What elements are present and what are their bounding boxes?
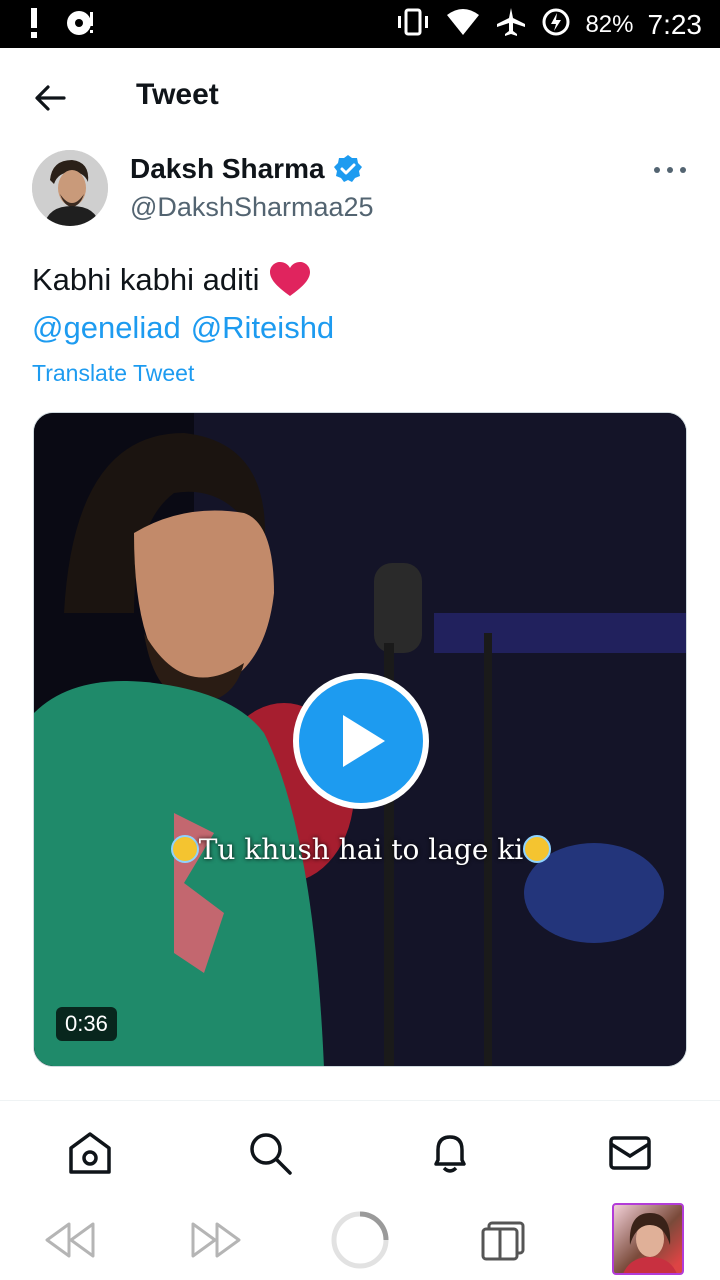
loading-icon <box>331 1211 389 1269</box>
tabs-button[interactable] <box>474 1210 534 1270</box>
more-dot-icon <box>667 167 673 173</box>
page-title: Tweet <box>136 78 219 111</box>
thumbnail[interactable] <box>612 1203 684 1275</box>
nav-home[interactable] <box>66 1129 114 1177</box>
battery-percent: 82% <box>585 10 634 38</box>
notifications-icon <box>434 1135 466 1173</box>
more-dot-icon <box>654 167 660 173</box>
verified-badge-icon <box>333 155 362 182</box>
author-handle[interactable]: @DakshSharmaa25 <box>130 192 374 223</box>
video-caption: Tu khush hai to lage ki <box>34 833 686 866</box>
search-icon <box>250 1133 292 1175</box>
mentions: @geneliad @Riteishd <box>32 310 334 346</box>
bottom-nav <box>0 1101 720 1201</box>
rewind-icon <box>45 1222 95 1258</box>
mention-link[interactable]: @geneliad <box>32 310 181 346</box>
author-name[interactable]: Daksh Sharma <box>130 153 363 185</box>
header: Tweet <box>0 48 720 148</box>
smiling-face-with-halo-icon <box>523 835 552 863</box>
fast-forward-button[interactable] <box>186 1210 246 1270</box>
home-icon <box>69 1132 111 1174</box>
avatar[interactable] <box>32 150 108 226</box>
mention-link[interactable]: @Riteishd <box>191 310 334 346</box>
more-dot-icon <box>680 167 686 173</box>
nav-messages[interactable] <box>606 1129 654 1177</box>
airplane-icon <box>495 6 527 43</box>
red-heart-icon <box>269 262 310 296</box>
more-options-button[interactable] <box>654 160 686 180</box>
fast-forward-icon <box>191 1222 241 1258</box>
messages-icon <box>609 1136 651 1170</box>
arrow-left-icon <box>35 85 66 111</box>
alert-icon <box>28 8 40 43</box>
nav-search[interactable] <box>246 1129 294 1177</box>
battery-charging-icon <box>541 7 571 42</box>
rewind-button[interactable] <box>40 1210 100 1270</box>
smiling-face-with-halo-icon <box>170 835 199 863</box>
translate-tweet-link[interactable]: Translate Tweet <box>32 360 194 387</box>
tabs-icon <box>481 1221 525 1261</box>
tweet-text: Kabhi kabhi aditi <box>32 262 310 298</box>
media-icon <box>64 8 96 43</box>
video-caption-text: Tu khush hai to lage ki <box>198 833 524 866</box>
tweet-text-body: Kabhi kabhi aditi <box>32 262 260 297</box>
play-icon <box>343 715 385 767</box>
loading-indicator <box>330 1210 390 1270</box>
video-duration: 0:36 <box>56 1007 117 1041</box>
clock: 7:23 <box>647 8 703 40</box>
wifi-icon <box>445 7 481 42</box>
play-button[interactable] <box>293 673 429 809</box>
author-name-text: Daksh Sharma <box>130 153 325 184</box>
vibrate-icon <box>395 7 431 42</box>
status-bar: 82% 7:23 <box>0 0 720 48</box>
video-player[interactable]: Tu khush hai to lage ki 0:36 <box>33 412 687 1067</box>
nav-notifications[interactable] <box>426 1129 474 1177</box>
back-button[interactable] <box>28 78 72 118</box>
